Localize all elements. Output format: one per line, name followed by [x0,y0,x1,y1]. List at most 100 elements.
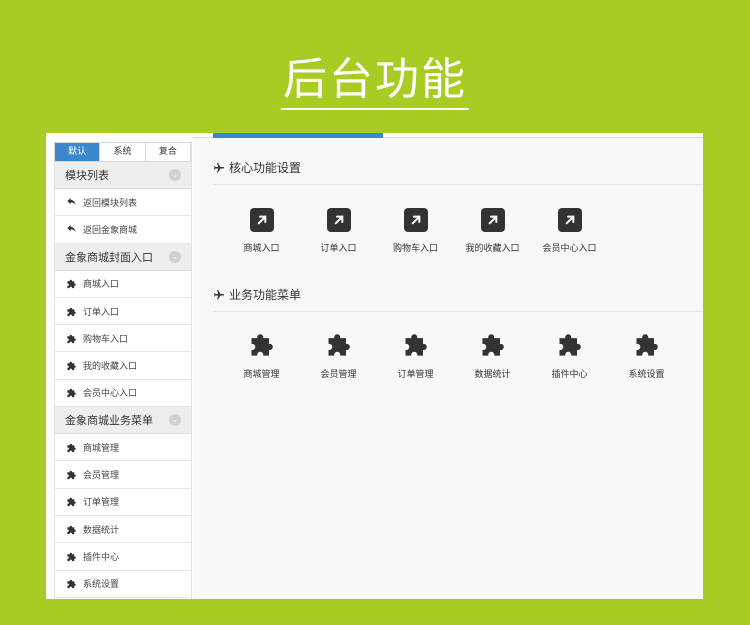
puzzle-icon [402,330,430,358]
puzzle-icon [65,306,77,317]
puzzle-icon [65,469,77,480]
function-tile[interactable]: 商城入口 [223,208,300,254]
sidebar-item[interactable]: 会员中心入口 [54,379,191,408]
sidebar-item-label: 订单入口 [83,307,120,318]
function-tile[interactable]: 会员管理 [300,330,377,380]
section-title: 业务功能菜单 [229,288,302,302]
external-link-icon [403,208,428,232]
chevron-down-icon[interactable]: ⌄ [169,414,181,427]
function-tile[interactable]: 订单管理 [377,330,454,380]
chevron-down-icon[interactable]: ⌄ [169,250,181,263]
tile-label: 订单入口 [320,244,357,254]
sidebar-item[interactable]: 返回模块列表 [54,189,191,217]
tile-label: 插件中心 [551,370,588,380]
puzzle-icon [248,330,276,358]
plane-icon [213,162,225,174]
external-link-icon [557,208,582,232]
section-business-menu: 业务功能菜单 [213,286,703,312]
sidebar-item-label: 购物车入口 [83,334,129,345]
puzzle-icon [325,330,353,358]
function-tile[interactable]: 会员中心入口 [531,208,608,254]
puzzle-icon [65,578,77,589]
sidebar-item[interactable]: 我的收藏入口 [54,352,191,380]
sidebar-item-label: 我的收藏入口 [83,362,138,373]
section-core-settings: 核心功能设置 [213,159,703,185]
sidebar-group-title: 金象商城业务菜单 [65,414,153,428]
sidebar-item[interactable]: 订单管理 [54,488,191,516]
puzzle-icon [479,330,507,358]
sidebar-tabs: 默认 系统 复合 [54,142,191,162]
sidebar-item[interactable]: 商城入口 [54,270,191,298]
business-tiles: 商城管理 会员管理 订单管理 数据统计 插件中心 系统设置 [223,330,685,380]
undo-icon [65,224,77,235]
puzzle-icon [65,387,77,398]
sidebar-item[interactable]: 系统设置 [54,570,191,598]
sidebar-item-label: 商城入口 [83,280,120,291]
sidebar-item-label: 会员中心入口 [83,389,138,400]
page-title: 后台功能 [281,52,469,110]
external-link-icon [480,208,505,232]
sidebar-item-label: 订单管理 [83,498,120,509]
puzzle-icon [633,330,661,358]
sidebar-group-title: 金象商城封面入口 [65,250,153,264]
sidebar-item-label: 返回金象商城 [83,225,138,236]
function-tile[interactable]: 系统设置 [608,330,685,380]
sidebar-item-label: 返回模块列表 [83,198,138,209]
tile-label: 系统设置 [628,370,665,380]
function-tile[interactable]: 购物车入口 [377,208,454,254]
puzzle-icon [65,333,77,344]
tile-label: 我的收藏入口 [465,244,520,254]
sidebar-item[interactable]: 数据统计 [54,515,191,544]
puzzle-icon [65,496,77,507]
puzzle-icon [65,551,77,562]
main-panel: 核心功能设置 商城入口 订单入口 购物车入口 我的收藏入口 会员中心入口 业务功能菜单 … [193,133,703,599]
tile-label: 商城管理 [243,370,280,380]
function-tile[interactable]: 数据统计 [454,330,531,380]
tab-composite[interactable]: 复合 [146,143,190,161]
sidebar-item-label: 商城管理 [83,443,120,454]
sidebar-item-label: 系统设置 [83,580,120,591]
sidebar-item[interactable]: 插件中心 [54,543,191,571]
top-tab-bar [193,133,703,138]
sidebar-item[interactable]: 购物车入口 [54,325,191,353]
plane-icon [213,289,225,301]
function-tile[interactable]: 订单入口 [300,208,377,254]
puzzle-icon [556,330,584,358]
sidebar-item-label: 会员管理 [83,471,120,482]
sidebar-item[interactable]: 会员管理 [54,461,191,489]
external-link-icon [326,208,351,232]
sidebar-item-label: 数据统计 [83,525,120,536]
admin-window: 默认 系统 复合 模块列表 ⌄ 返回模块列表 返回金象商城 金象商城封面入口 ⌄ 商城入口订… [46,133,703,599]
function-tile[interactable]: 我的收藏入口 [454,208,531,254]
function-tile[interactable]: 插件中心 [531,330,608,380]
sidebar: 默认 系统 复合 模块列表 ⌄ 返回模块列表 返回金象商城金象商城封面入口 ⌄ 商城入口订… [54,142,192,599]
sidebar-group-header[interactable]: 金象商城业务菜单 ⌄ [54,407,191,435]
tile-label: 会员管理 [320,370,357,380]
hero-banner: 后台功能 [0,52,750,110]
tile-label: 订单管理 [397,370,434,380]
puzzle-icon [65,360,77,371]
core-tiles: 商城入口 订单入口 购物车入口 我的收藏入口 会员中心入口 [223,208,608,254]
puzzle-icon [65,524,77,535]
tile-label: 会员中心入口 [542,244,597,254]
tile-label: 商城入口 [243,244,280,254]
tab-system[interactable]: 系统 [100,143,146,161]
external-link-icon [249,208,274,232]
active-tab-indicator [213,133,383,138]
tile-label: 数据统计 [474,370,511,380]
puzzle-icon [65,442,77,453]
sidebar-item-label: 插件中心 [83,552,120,563]
sidebar-item[interactable]: 返回金象商城 [54,216,191,244]
sidebar-group-header[interactable]: 模块列表 ⌄ [54,162,191,189]
sidebar-item[interactable]: 订单入口 [54,297,191,326]
tab-default[interactable]: 默认 [55,143,101,161]
function-tile[interactable]: 商城管理 [223,330,300,380]
sidebar-group-header[interactable]: 金象商城封面入口 ⌄ [54,243,191,271]
puzzle-icon [65,278,77,289]
undo-icon [65,197,77,208]
sidebar-item[interactable]: 商城管理 [54,434,191,462]
chevron-down-icon[interactable]: ⌄ [169,169,181,181]
tile-label: 购物车入口 [392,244,438,254]
sidebar-groups: 模块列表 ⌄ 返回模块列表 返回金象商城金象商城封面入口 ⌄ 商城入口订单入口购物车入口我… [54,162,191,598]
section-title: 核心功能设置 [229,161,302,175]
